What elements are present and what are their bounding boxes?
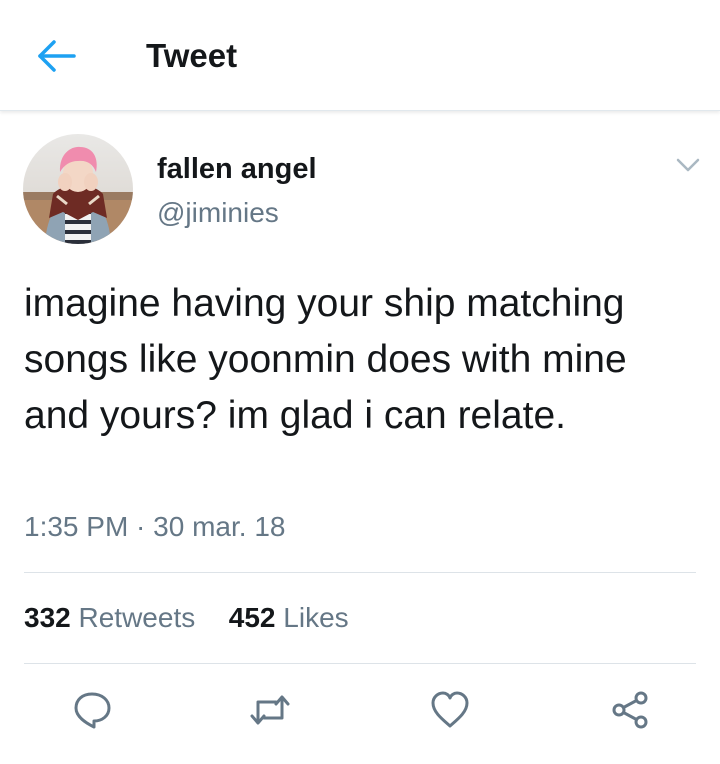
top-bar: Tweet bbox=[0, 0, 720, 111]
like-button[interactable] bbox=[428, 688, 472, 732]
reply-button[interactable] bbox=[70, 688, 114, 732]
profile-photo bbox=[23, 134, 133, 244]
like-count: 452 bbox=[228, 602, 276, 633]
tweet-text: imagine having your ship matching songs … bbox=[24, 282, 627, 437]
retweet-icon bbox=[250, 695, 290, 725]
heart-icon bbox=[431, 691, 469, 728]
retweet-count: 332 bbox=[24, 602, 71, 633]
tweet-menu-button[interactable] bbox=[674, 154, 702, 176]
like-label: Likes bbox=[283, 602, 349, 633]
reply-icon bbox=[74, 692, 111, 729]
divider bbox=[24, 572, 696, 573]
avatar[interactable] bbox=[23, 134, 133, 244]
action-bar bbox=[0, 688, 720, 738]
author-display-name[interactable]: fallen angel bbox=[157, 152, 317, 186]
chevron-down-icon bbox=[676, 158, 700, 172]
back-button[interactable] bbox=[34, 36, 78, 76]
retweets-stat[interactable]: 332 Retweets bbox=[24, 602, 203, 633]
author-handle[interactable]: @jiminies bbox=[157, 196, 279, 230]
retweet-label: Retweets bbox=[78, 602, 196, 633]
arrow-left-icon bbox=[38, 40, 76, 72]
retweet-button[interactable] bbox=[248, 688, 292, 732]
divider bbox=[24, 663, 696, 664]
likes-stat[interactable]: 452 Likes bbox=[229, 602, 349, 633]
tweet-timestamp: 1:35 PM · 30 mar. 18 bbox=[24, 511, 286, 542]
share-button[interactable] bbox=[608, 688, 652, 732]
tweet-stats: 332 Retweets 452 Likes bbox=[24, 600, 349, 636]
share-icon bbox=[612, 691, 648, 729]
page-title: Tweet bbox=[146, 37, 238, 74]
